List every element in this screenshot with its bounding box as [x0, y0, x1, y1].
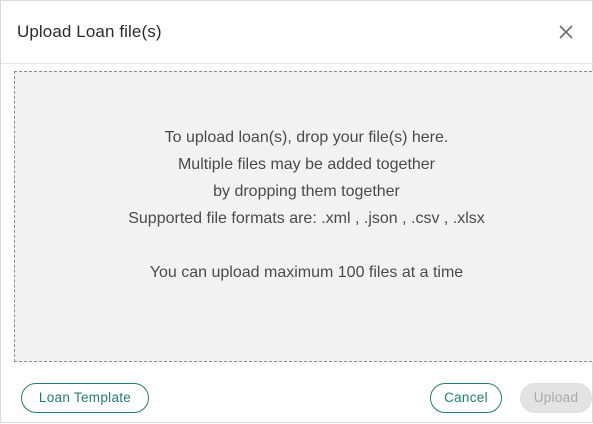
dialog-title: Upload Loan file(s) — [17, 22, 162, 41]
file-drop-zone[interactable]: To upload loan(s), drop your file(s) her… — [14, 71, 593, 362]
drop-instruction-line: by dropping them together — [213, 183, 400, 200]
loan-template-button[interactable]: Loan Template — [21, 383, 149, 413]
upload-limit-text: You can upload maximum 100 files at a ti… — [149, 264, 464, 281]
cancel-button[interactable]: Cancel — [430, 383, 502, 413]
drop-instruction-line: Multiple files may be added together — [177, 156, 436, 173]
drop-instruction-line: To upload loan(s), drop your file(s) her… — [164, 129, 449, 146]
upload-loan-dialog: Upload Loan file(s) To upload loan(s), d… — [0, 0, 593, 423]
dialog-header: Upload Loan file(s) — [1, 1, 593, 64]
dialog-footer: Loan Template Cancel Upload — [1, 371, 593, 424]
upload-button[interactable]: Upload — [520, 383, 592, 413]
drop-zone-instructions: To upload loan(s), drop your file(s) her… — [15, 124, 593, 286]
close-icon[interactable] — [554, 20, 578, 44]
supported-formats-text: Supported file formats are: .xml , .json… — [128, 210, 485, 227]
